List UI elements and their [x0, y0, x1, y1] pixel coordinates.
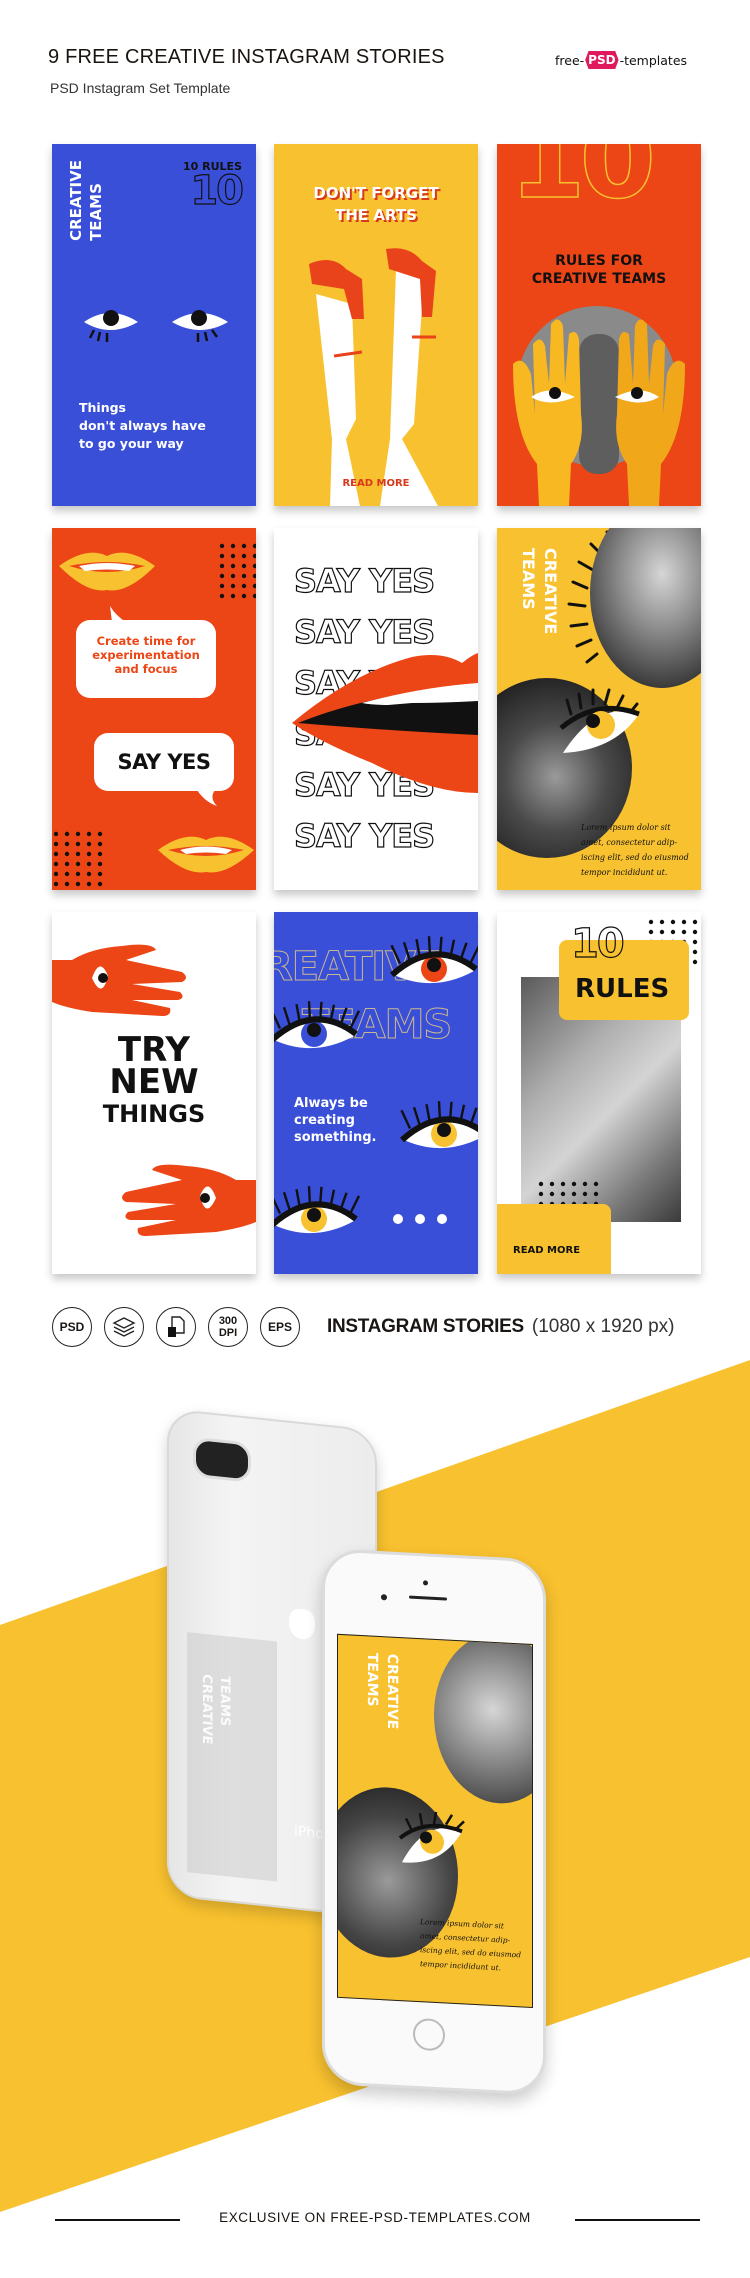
screen-eye-illustration — [398, 1811, 465, 1863]
footer-divider-left — [55, 2219, 180, 2221]
screen-title-line: CREATIVE — [384, 1653, 400, 1730]
apple-logo-icon — [289, 1607, 315, 1641]
front-camera-icon — [381, 1594, 387, 1601]
home-button[interactable] — [413, 2017, 445, 2052]
phone-screen: CREATIVE TEAMS Lorem ipsum dolor sit ame… — [337, 1633, 533, 2009]
reflection-line: CREATIVE — [199, 1673, 214, 1746]
speaker-icon — [409, 1595, 447, 1601]
reflection-text: TEAMS CREATIVE — [197, 1673, 233, 1747]
front-phone: CREATIVE TEAMS Lorem ipsum dolor sit ame… — [322, 1548, 546, 2096]
footer-text[interactable]: EXCLUSIVE ON FREE-PSD-TEMPLATES.COM — [200, 2210, 550, 2225]
camera-icon — [193, 1436, 251, 1483]
reflection — [187, 1632, 277, 1882]
footer-divider-right — [575, 2219, 700, 2221]
screen-title: CREATIVE TEAMS — [362, 1652, 402, 1730]
screen-title-line: TEAMS — [364, 1652, 380, 1708]
screen-portrait-top — [434, 1633, 533, 1807]
reflection-line: TEAMS — [217, 1675, 232, 1727]
sensor-icon — [423, 1580, 428, 1586]
screen-body: Lorem ipsum dolor sit amet, consectetur … — [420, 1915, 521, 1976]
